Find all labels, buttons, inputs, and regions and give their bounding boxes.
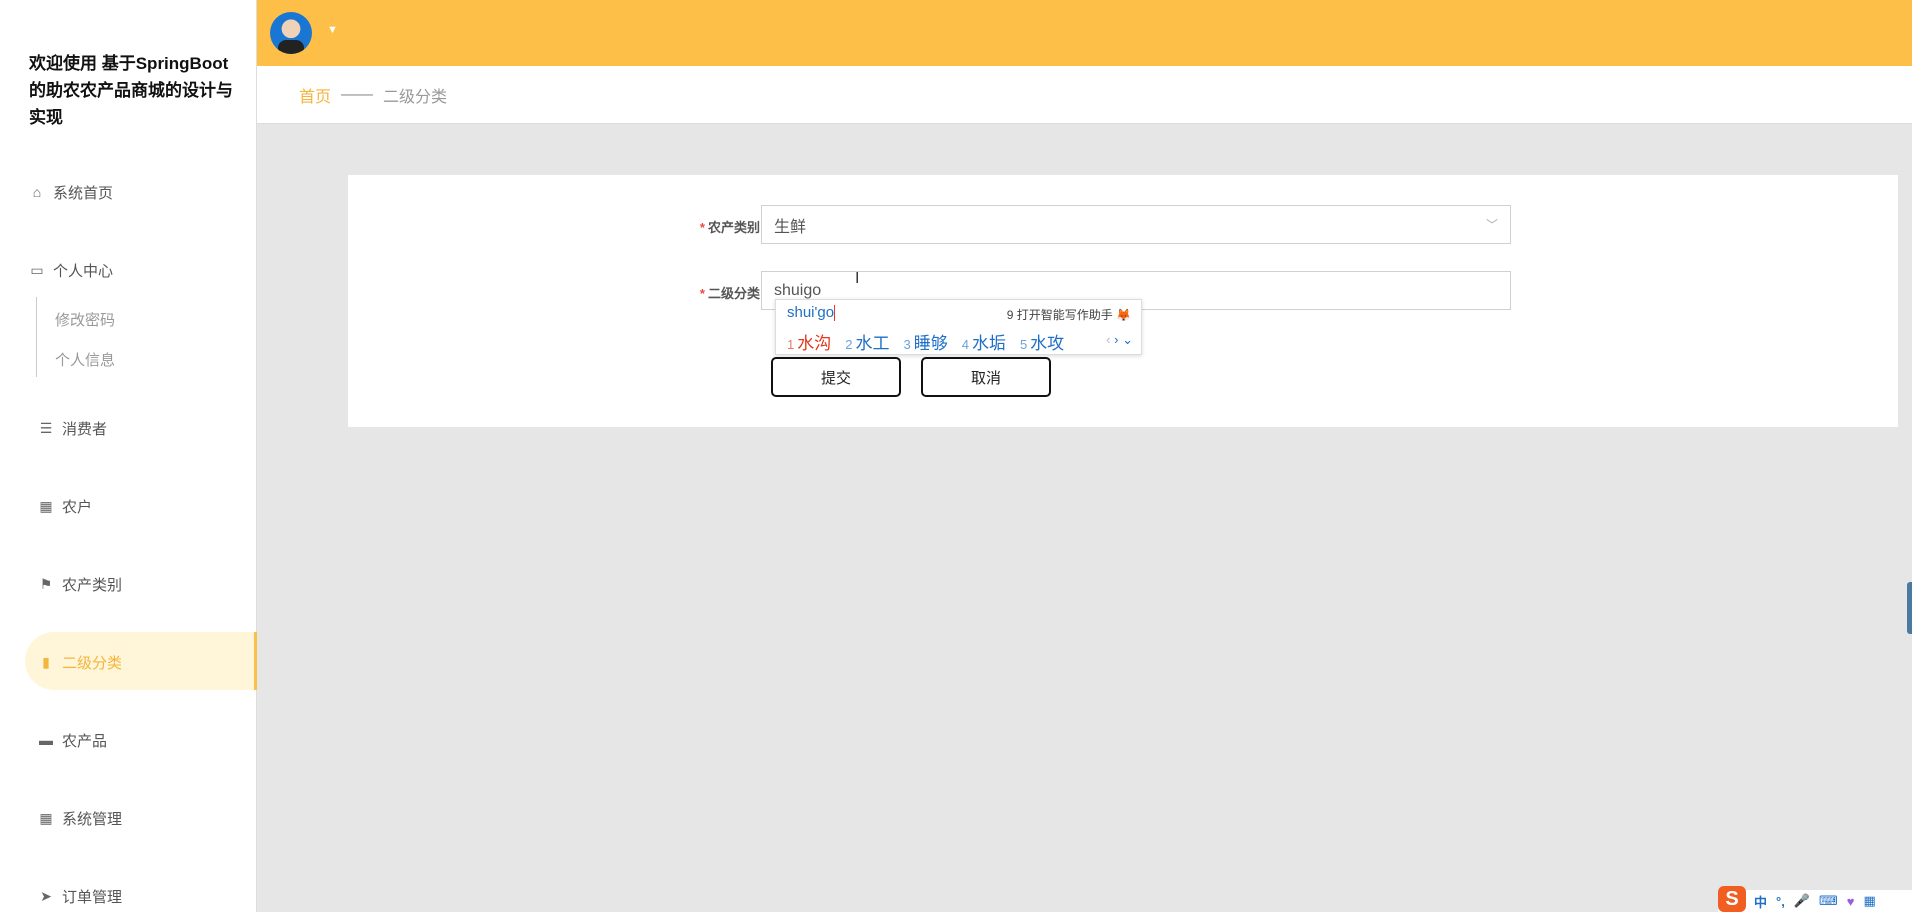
sidebar-item-label: 农产类别	[62, 576, 123, 594]
avatar[interactable]	[270, 12, 312, 54]
home-icon: ⌂	[32, 184, 42, 200]
sidebar-item-orders[interactable]: ➤ 订单管理	[37, 881, 122, 911]
sidebar-item-system[interactable]: ▦ 系统管理	[37, 803, 122, 833]
sidebar-item-label: 农户	[62, 498, 93, 516]
ime-candidate[interactable]: 5 水攻	[1020, 329, 1064, 354]
chevron-right-icon: ›	[1114, 332, 1119, 347]
punctuation-icon[interactable]: °,	[1776, 894, 1785, 909]
ime-assistant-link[interactable]: 9 打开智能写作助手 🦊	[1007, 306, 1131, 323]
caret-down-icon[interactable]: ▼	[327, 24, 338, 36]
ime-pager[interactable]: ‹ › ⌄	[1106, 332, 1133, 348]
breadcrumb: 首页 —— 二级分类	[257, 66, 1912, 124]
breadcrumb-separator: ——	[341, 85, 374, 103]
subcategory-label: * 二级分类	[699, 286, 760, 301]
list-icon: ☰	[39, 419, 53, 436]
ime-candidate[interactable]: 4 水垢	[962, 329, 1006, 354]
microphone-icon[interactable]: 🎤	[1794, 893, 1810, 909]
scroll-handle[interactable]	[1907, 582, 1912, 634]
ime-mode[interactable]: 中	[1754, 892, 1767, 911]
sidebar-item-personal-center[interactable]: ▭ 个人中心	[28, 255, 113, 285]
store-icon: ▬	[39, 732, 53, 748]
cancel-button[interactable]: 取消	[921, 357, 1051, 397]
submit-button[interactable]: 提交	[771, 357, 901, 397]
breadcrumb-current: 二级分类	[383, 88, 448, 106]
sidebar-item-consumers[interactable]: ☰ 消费者	[37, 413, 107, 443]
chevron-left-icon: ‹	[1106, 332, 1111, 347]
category-label: * 农产类别	[699, 220, 760, 235]
sidebar-item-subcategories[interactable]: ▮ 二级分类	[37, 647, 122, 677]
sidebar: 欢迎使用 基于SpringBoot的助农农产品商城的设计与实现 ⌂ 系统首页 ▭ 个…	[0, 0, 257, 912]
ime-pinyin: shui'go	[787, 304, 835, 321]
ime-candidate[interactable]: 2 水工	[845, 329, 889, 354]
sidebar-item-home[interactable]: ⌂ 系统首页	[28, 177, 113, 207]
category-value: 生鲜	[774, 218, 807, 236]
skin-icon[interactable]: ♥	[1847, 894, 1855, 909]
category-select[interactable]: 生鲜 ﹀	[761, 205, 1511, 244]
subcategory-value: shuigo	[774, 281, 822, 299]
fox-icon: 🦊	[1116, 308, 1131, 322]
sidebar-item-products[interactable]: ▬ 农产品	[37, 725, 107, 755]
grid-icon: ▦	[39, 497, 53, 514]
flag-icon: ⚑	[39, 575, 53, 592]
sidebar-item-categories[interactable]: ⚑ 农产类别	[37, 569, 122, 599]
text-cursor-icon: I	[855, 270, 860, 287]
sogou-logo[interactable]: S	[1718, 886, 1746, 912]
wallet-icon: ▭	[30, 261, 44, 278]
ime-candidate[interactable]: 1 水沟	[787, 329, 831, 354]
sidebar-item-label: 系统管理	[62, 810, 123, 828]
grid-icon: ▦	[39, 809, 53, 826]
submenu-line	[36, 297, 37, 377]
ime-toolbar: S 中 °, 🎤 ⌨ ♥ ▦	[1718, 886, 1912, 912]
sidebar-item-label: 二级分类	[62, 654, 123, 672]
sidebar-item-label: 消费者	[62, 420, 108, 438]
send-icon: ➤	[40, 887, 52, 904]
ime-candidate-popup: shui'go 9 打开智能写作助手 🦊 1 水沟 2 水工 3 睡够 4 水垢 5 水攻…	[775, 299, 1142, 355]
bar-chart-icon: ▮	[42, 653, 50, 670]
sidebar-subitem-personal-info[interactable]: 个人信息	[55, 349, 115, 370]
app-title: 欢迎使用 基于SpringBoot的助农农产品商城的设计与实现	[29, 54, 233, 127]
sidebar-subitem-change-password[interactable]: 修改密码	[55, 309, 115, 330]
top-header: ▼	[257, 0, 1912, 66]
sidebar-item-label: 订单管理	[62, 888, 123, 906]
ime-candidate[interactable]: 3 睡够	[903, 329, 947, 354]
breadcrumb-home[interactable]: 首页	[299, 83, 331, 107]
keyboard-icon[interactable]: ⌨	[1819, 893, 1838, 909]
apps-icon[interactable]: ▦	[1864, 893, 1876, 909]
sidebar-item-label: 个人中心	[53, 262, 114, 280]
sidebar-item-label: 系统首页	[53, 184, 114, 202]
chevron-down-icon: ﹀	[1485, 218, 1498, 232]
sidebar-item-farmers[interactable]: ▦ 农户	[37, 491, 92, 521]
chevron-down-icon: ⌄	[1122, 332, 1133, 347]
sidebar-item-label: 农产品	[62, 732, 108, 750]
